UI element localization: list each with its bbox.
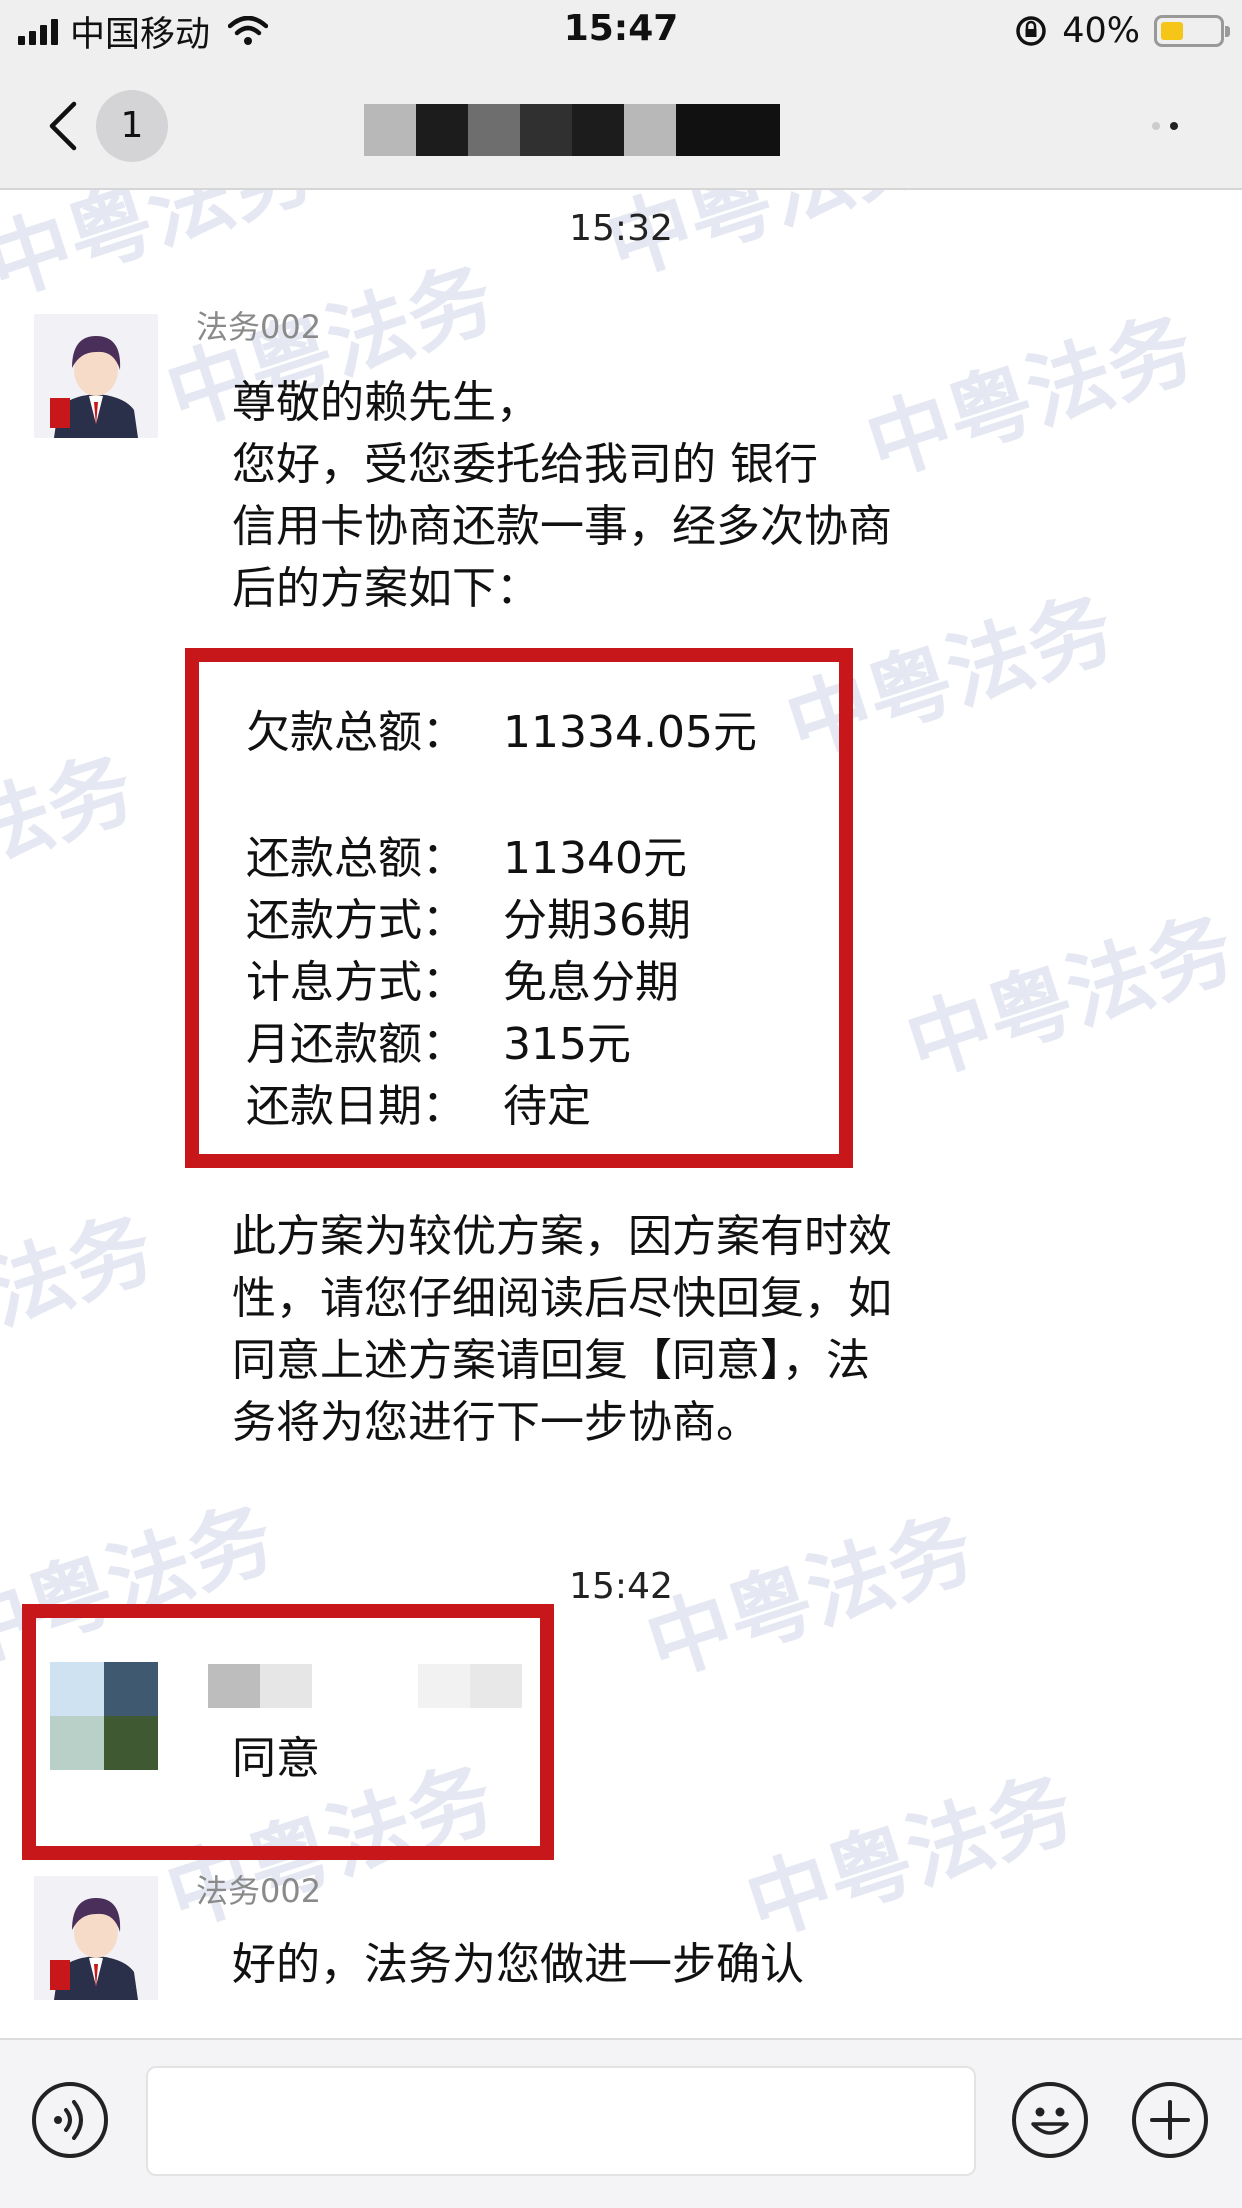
voice-icon bbox=[54, 2100, 83, 2140]
message-text: 此方案为较优方案，因方案有时效 bbox=[232, 1211, 892, 1262]
repayment-plan-box: 欠款总额： 11334.05元 还款总额： 11340元 还款方式： 分期36期 计息… bbox=[185, 648, 853, 1168]
plan-row: 月还款额： 315元 bbox=[246, 1008, 631, 1072]
unread-count-badge[interactable]: 1 bbox=[96, 90, 168, 162]
plus-icon bbox=[1150, 2100, 1190, 2140]
plan-row-debt: 欠款总额： 11334.05元 bbox=[246, 696, 757, 760]
input-bar bbox=[0, 2038, 1242, 2208]
plan-label: 月还款额： bbox=[246, 1019, 466, 1070]
plan-label: 还款日期： bbox=[246, 1081, 466, 1132]
plan-value: 11340元 bbox=[503, 833, 687, 884]
chat-header: 1 bbox=[0, 62, 1242, 190]
plan-label: 还款总额： bbox=[246, 833, 466, 884]
message-text: 您好，受您委托给我司的 银行 bbox=[232, 439, 818, 490]
message-text: 性，请您仔细阅读后尽快回复，如 bbox=[232, 1273, 892, 1324]
plan-row: 还款方式： 分期36期 bbox=[246, 884, 691, 948]
message-timestamp: 15:42 bbox=[569, 1566, 673, 1607]
message-timestamp: 15:32 bbox=[569, 208, 673, 249]
plan-value: 分期36期 bbox=[503, 895, 691, 946]
user-avatar-icon bbox=[50, 1662, 158, 1770]
message-input[interactable] bbox=[146, 2066, 976, 2176]
voice-button[interactable] bbox=[32, 2082, 108, 2158]
watermark: 中粤法务 bbox=[895, 898, 1242, 1096]
message-text: 好的，法务为您做进一步确认 bbox=[232, 1939, 804, 1990]
chevron-left-icon[interactable] bbox=[38, 98, 94, 154]
watermark: 中粤法务 bbox=[0, 1198, 165, 1396]
rotation-lock-icon bbox=[1016, 16, 1046, 46]
watermark: 中粤法务 bbox=[0, 738, 145, 936]
chat-messages[interactable]: 中粤法务 中粤法务 中粤法务 中粤法务 中粤法务 中粤法务 中粤法务 中粤法务 … bbox=[0, 190, 1242, 2038]
message-text: 后的方案如下： bbox=[232, 563, 540, 614]
battery-percent: 40% bbox=[1062, 11, 1140, 51]
sender-name: 法务002 bbox=[196, 308, 322, 346]
message-text: 务将为您进行下一步协商。 bbox=[232, 1397, 760, 1448]
avatar[interactable] bbox=[34, 314, 158, 438]
status-bar: 中国移动 15:47 40% bbox=[0, 0, 1242, 62]
plan-value: 待定 bbox=[503, 1081, 591, 1132]
more-dots-icon[interactable] bbox=[1152, 118, 1192, 134]
plan-label: 还款方式： bbox=[246, 895, 466, 946]
plus-button[interactable] bbox=[1132, 2082, 1208, 2158]
sender-name-redacted bbox=[208, 1664, 312, 1708]
sender-name: 法务002 bbox=[196, 1872, 322, 1910]
message-text: 信用卡协商还款一事，经多次协商 bbox=[232, 501, 892, 552]
watermark: 中粤法务 bbox=[855, 298, 1205, 496]
lawyer-avatar-icon bbox=[34, 1876, 158, 2000]
plan-row: 还款日期： 待定 bbox=[246, 1070, 591, 1134]
emoji-icon bbox=[1031, 2107, 1069, 2135]
sender-name-redacted bbox=[418, 1664, 522, 1708]
plan-label: 计息方式： bbox=[246, 957, 466, 1008]
battery-icon bbox=[1154, 15, 1230, 47]
avatar[interactable] bbox=[34, 1876, 158, 2000]
plan-row: 计息方式： 免息分期 bbox=[246, 946, 679, 1010]
chat-title-redacted bbox=[364, 104, 780, 156]
message-text: 同意 bbox=[232, 1733, 320, 1784]
message-text: 尊敬的赖先生， bbox=[232, 377, 540, 428]
plan-value: 免息分期 bbox=[503, 957, 679, 1008]
watermark: 中粤法务 bbox=[735, 1758, 1085, 1956]
status-right: 40% bbox=[1014, 10, 1230, 52]
lawyer-avatar-icon bbox=[34, 314, 158, 438]
battery-fill bbox=[1161, 22, 1183, 40]
plan-value: 315元 bbox=[503, 1019, 631, 1070]
plan-value: 11334.05元 bbox=[503, 707, 757, 758]
plan-row: 还款总额： 11340元 bbox=[246, 822, 687, 886]
plan-label: 欠款总额： bbox=[246, 707, 466, 758]
emoji-button[interactable] bbox=[1012, 2082, 1088, 2158]
avatar[interactable] bbox=[50, 1662, 158, 1770]
message-text: 同意上述方案请回复【同意】，法 bbox=[232, 1335, 870, 1386]
